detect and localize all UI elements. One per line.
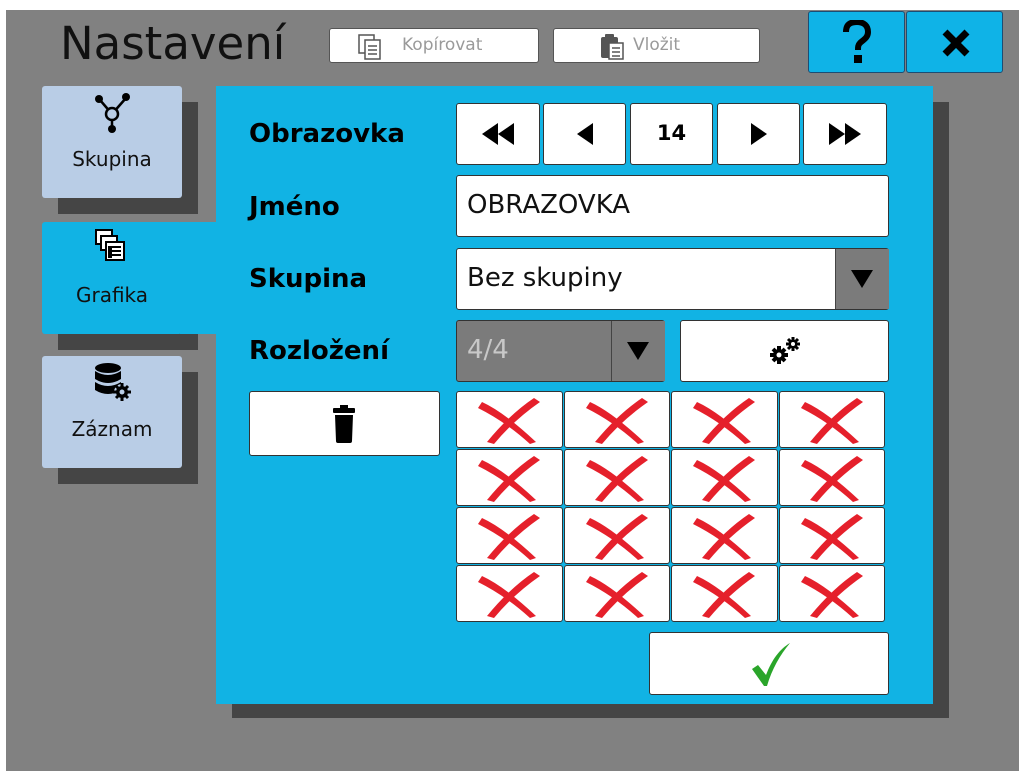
first-screen-button[interactable]: [456, 103, 540, 165]
red-x-icon: [585, 455, 648, 502]
trash-icon: [333, 405, 355, 443]
layout-cell[interactable]: [563, 565, 670, 622]
red-x-icon: [585, 571, 648, 618]
last-screen-button[interactable]: [803, 103, 887, 165]
gears-icon: [770, 337, 800, 364]
sidebar-item-label: Záznam: [71, 417, 153, 441]
settings-screen: Nastavení Kopírovat Vložit Skupina Grafi…: [0, 0, 1019, 771]
layout-cell[interactable]: [563, 391, 670, 448]
red-x-icon: [800, 513, 863, 560]
previous-icon: [576, 123, 593, 145]
delete-button[interactable]: [249, 391, 440, 456]
sidebar-item-skupina[interactable]: Skupina: [42, 86, 182, 198]
group-select[interactable]: Bez skupiny: [456, 248, 889, 310]
red-x-icon: [585, 397, 648, 444]
layout-cell[interactable]: [778, 507, 885, 564]
red-x-icon: [800, 571, 863, 618]
red-x-icon: [693, 455, 756, 502]
sidebar-item-label: Grafika: [75, 283, 149, 307]
screen-number-value: 14: [656, 121, 687, 145]
screens-icon: [95, 229, 125, 261]
group-select-value: Bez skupiny: [467, 263, 623, 293]
chevron-down-icon: [627, 342, 649, 360]
help-icon: [843, 20, 872, 63]
red-x-icon: [478, 513, 541, 560]
copy-button-label: Kopírovat: [402, 35, 483, 55]
layout-cell[interactable]: [671, 391, 778, 448]
name-field-value: OBRAZOVKA: [467, 190, 631, 220]
layout-cell[interactable]: [456, 507, 563, 564]
red-x-icon: [800, 397, 863, 444]
screen-label: Obrazovka: [249, 119, 405, 149]
layout-settings-button[interactable]: [680, 320, 889, 382]
group-label: Skupina: [249, 264, 368, 294]
screen-number: 14: [630, 103, 713, 165]
network-icon: [95, 93, 130, 133]
rewind-icon: [482, 123, 514, 145]
sidebar-item-grafika[interactable]: Grafika: [42, 222, 182, 334]
layout-cell[interactable]: [563, 507, 670, 564]
copy-icon: [358, 34, 381, 60]
database-gear-icon: [95, 363, 131, 401]
red-x-icon: [478, 455, 541, 502]
page-title: Nastavení: [60, 17, 286, 70]
help-button[interactable]: [808, 11, 905, 73]
name-label: Jméno: [249, 192, 340, 222]
layout-cell[interactable]: [563, 449, 670, 506]
red-x-icon: [478, 571, 541, 618]
layout-cell[interactable]: [456, 449, 563, 506]
red-x-icon: [478, 397, 541, 444]
layout-cell[interactable]: [671, 565, 778, 622]
layout-cell[interactable]: [671, 449, 778, 506]
name-field[interactable]: OBRAZOVKA: [456, 175, 889, 237]
red-x-icon: [800, 455, 863, 502]
layout-dropdown-button[interactable]: [611, 321, 665, 381]
previous-screen-button[interactable]: [543, 103, 626, 165]
sidebar-item-label: Skupina: [72, 147, 152, 171]
red-x-icon: [693, 571, 756, 618]
paste-icon: [601, 34, 624, 60]
checkmark-icon: [752, 643, 790, 686]
next-screen-button[interactable]: [717, 103, 800, 165]
red-x-icon: [693, 397, 756, 444]
layout-select-value: 4/4: [467, 335, 509, 365]
close-icon: [942, 29, 970, 57]
next-icon: [750, 123, 767, 145]
layout-cell[interactable]: [778, 449, 885, 506]
layout-cell[interactable]: [778, 391, 885, 448]
layout-cell[interactable]: [456, 391, 563, 448]
close-button[interactable]: [906, 11, 1003, 73]
layout-cell[interactable]: [456, 565, 563, 622]
active-tab-connector: [180, 222, 220, 334]
layout-label: Rozložení: [249, 336, 389, 366]
paste-button-label: Vložit: [633, 35, 681, 55]
layout-cell[interactable]: [671, 507, 778, 564]
copy-button[interactable]: Kopírovat: [329, 28, 539, 63]
layout-cell[interactable]: [778, 565, 885, 622]
sidebar-item-zaznam[interactable]: Záznam: [42, 356, 182, 468]
confirm-button[interactable]: [649, 632, 889, 695]
fast-forward-icon: [829, 123, 861, 145]
red-x-icon: [585, 513, 648, 560]
red-x-icon: [693, 513, 756, 560]
chevron-down-icon: [851, 270, 873, 288]
group-dropdown-button[interactable]: [835, 249, 889, 309]
paste-button[interactable]: Vložit: [553, 28, 760, 63]
layout-select[interactable]: 4/4: [456, 320, 665, 382]
